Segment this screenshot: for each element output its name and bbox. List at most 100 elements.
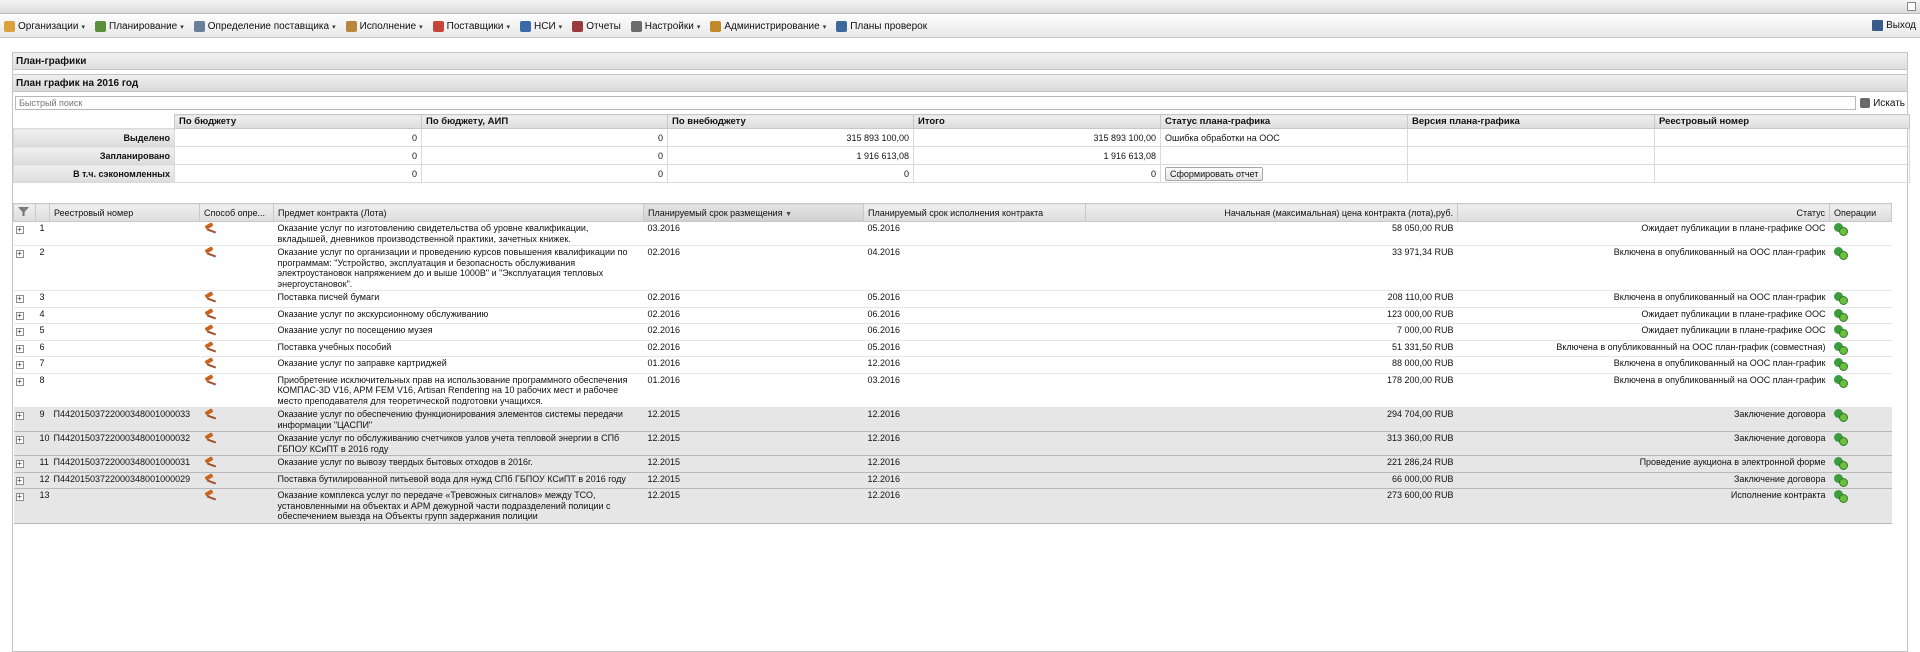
table-row[interactable]: +13 Оказание комплекса услуг по передаче … (13, 488, 1892, 524)
search-button[interactable]: Искать (1860, 98, 1905, 109)
operations-gear-icon[interactable] (1833, 409, 1848, 422)
window-control-icon[interactable] (1907, 2, 1916, 11)
expand-icon[interactable]: + (15, 436, 24, 444)
generate-report-button[interactable]: Сформировать отчет (1165, 166, 1264, 181)
contract-subject[interactable]: Приобретение исключительных прав на испо… (273, 373, 644, 408)
expand-cell[interactable]: + (13, 407, 36, 432)
contract-subject[interactable]: Оказание услуг по вывозу твердых бытовых… (273, 455, 644, 473)
expand-cell[interactable]: + (13, 455, 36, 473)
column-header-method[interactable]: Способ опре... (199, 203, 274, 222)
menu-item-4[interactable]: Поставщики ▾ (432, 21, 510, 32)
expand-cell[interactable]: + (13, 290, 36, 308)
operations-gear-icon[interactable] (1833, 473, 1848, 487)
expand-cell[interactable]: + (13, 488, 36, 524)
contract-subject[interactable]: Поставка писчей бумаги (273, 290, 644, 308)
operations-gear-icon[interactable] (1833, 308, 1848, 322)
expand-icon[interactable]: + (15, 412, 24, 420)
operations-gear-icon[interactable] (1833, 223, 1848, 236)
expand-cell[interactable]: + (13, 356, 36, 374)
operations-gear-icon[interactable] (1833, 325, 1848, 338)
expand-icon[interactable]: + (15, 295, 24, 303)
contract-subject[interactable]: Оказание услуг по посещению музея (273, 323, 644, 341)
auction-hammer-icon (204, 342, 217, 353)
operations-gear-icon[interactable] (1833, 247, 1848, 260)
registry-number (49, 290, 200, 308)
menu-item-2[interactable]: Определение поставщика ▾ (193, 21, 336, 32)
column-header-placement-date[interactable]: Планируемый срок размещения ▼ (643, 203, 864, 222)
contract-subject[interactable]: Оказание услуг по заправке картриджей (273, 356, 644, 374)
expand-cell[interactable]: + (13, 307, 36, 324)
column-header-registry-number[interactable]: Реестровый номер (49, 203, 200, 222)
menu-item-6[interactable]: Отчеты (572, 21, 621, 32)
summary-column-header: Версия плана-графика (1407, 114, 1655, 129)
table-row[interactable]: +9 П44201503722000348001000033 Оказание ус… (13, 407, 1892, 432)
contract-subject[interactable]: Оказание комплекса услуг по передаче «Тр… (273, 488, 644, 524)
menu-item-7[interactable]: Настройки ▾ (630, 21, 700, 32)
contract-subject[interactable]: Оказание услуг по обеспечению функционир… (273, 407, 644, 432)
contract-subject[interactable]: Поставка бутилированной питьевой вода дл… (273, 471, 644, 489)
placement-date: 01.2016 (643, 356, 864, 374)
operations-gear-icon[interactable] (1833, 341, 1848, 355)
expand-cell[interactable]: + (13, 323, 36, 341)
filter-column-header[interactable] (13, 203, 36, 222)
table-row[interactable]: +12 П44201503722000348001000029 Поставка б… (13, 471, 1892, 489)
menu-item-0[interactable]: Организации ▾ (4, 21, 85, 32)
menu-item-9[interactable]: Планы проверок (836, 21, 927, 32)
expand-cell[interactable]: + (13, 471, 36, 489)
contract-price: 33 971,34 RUB (1085, 245, 1458, 291)
operations-gear-icon[interactable] (1833, 490, 1848, 503)
contract-subject[interactable]: Оказание услуг по изготовлению свидетель… (273, 221, 644, 246)
column-header-status[interactable]: Статус (1457, 203, 1830, 222)
contract-subject[interactable]: Оказание услуг по экскурсионному обслужи… (273, 307, 644, 324)
operations-gear-icon[interactable] (1833, 292, 1848, 305)
expand-icon[interactable]: + (15, 344, 24, 353)
expand-icon[interactable]: + (15, 476, 24, 485)
expand-icon[interactable]: + (15, 226, 24, 234)
menu-item-5[interactable]: НСИ ▾ (520, 21, 562, 32)
registry-number (49, 221, 200, 246)
execution-date: 12.2016 (863, 407, 1086, 432)
contract-subject[interactable]: Поставка учебных пособий (273, 340, 644, 357)
column-header-subject[interactable]: Предмет контракта (Лота) (273, 203, 644, 222)
placement-date: 02.2016 (643, 245, 864, 291)
expand-cell[interactable]: + (13, 373, 36, 408)
expand-icon[interactable]: + (15, 460, 24, 468)
table-row[interactable]: +10 П44201503722000348001000032 Оказание у… (13, 431, 1892, 456)
expand-icon[interactable]: + (15, 311, 24, 320)
expand-cell[interactable]: + (13, 245, 36, 291)
operations-gear-icon[interactable] (1833, 374, 1848, 388)
table-row[interactable]: +3 Поставка писчей бумаги 02.2016 05.2016 20… (13, 290, 1892, 308)
expand-icon[interactable]: + (15, 493, 24, 501)
menu-item-1[interactable]: Планирование ▾ (95, 21, 184, 32)
expand-cell[interactable]: + (13, 431, 36, 456)
operations-gear-icon[interactable] (1833, 457, 1848, 470)
menu-item-3[interactable]: Исполнение ▾ (345, 21, 423, 32)
contract-subject[interactable]: Оказание услуг по обслуживанию счетчиков… (273, 431, 644, 456)
table-row[interactable]: +2 Оказание услуг по организации и провед… (13, 245, 1892, 291)
operations-gear-icon[interactable] (1833, 433, 1848, 446)
table-row[interactable]: +8 Приобретение исключительных прав на ис… (13, 373, 1892, 408)
summary-value: 0 (174, 128, 422, 147)
registry-number (49, 340, 200, 357)
column-header-execution-date[interactable]: Планируемый срок исполнения контракта (863, 203, 1086, 222)
filter-icon[interactable] (18, 207, 29, 216)
table-row[interactable]: +1 Оказание услуг по изготовлению свидете… (13, 221, 1892, 246)
operations-gear-icon[interactable] (1833, 358, 1848, 371)
table-row[interactable]: +11 П44201503722000348001000031 Оказание у… (13, 455, 1892, 473)
expand-icon[interactable]: + (15, 250, 24, 258)
column-header-price[interactable]: Начальная (максимальная) цена контракта … (1085, 203, 1458, 222)
contract-subject[interactable]: Оказание услуг по организации и проведен… (273, 245, 644, 291)
table-row[interactable]: +5 Оказание услуг по посещению музея 02.20… (13, 323, 1892, 341)
menu-item-8[interactable]: Администрирование ▾ (710, 21, 826, 32)
expand-cell[interactable]: + (13, 221, 36, 246)
expand-icon[interactable]: + (15, 361, 24, 369)
expand-cell[interactable]: + (13, 340, 36, 357)
table-row[interactable]: +7 Оказание услуг по заправке картриджей 0… (13, 356, 1892, 374)
table-row[interactable]: +4 Оказание услуг по экскурсионному обслу… (13, 307, 1892, 324)
table-row[interactable]: +6 Поставка учебных пособий 02.2016 05.2016… (13, 340, 1892, 357)
logout-button[interactable]: Выход (1872, 20, 1916, 31)
expand-icon[interactable]: + (15, 328, 24, 336)
quick-search-input[interactable] (15, 96, 1857, 110)
menu-item-label: Определение поставщика (207, 21, 330, 32)
expand-icon[interactable]: + (15, 377, 24, 386)
